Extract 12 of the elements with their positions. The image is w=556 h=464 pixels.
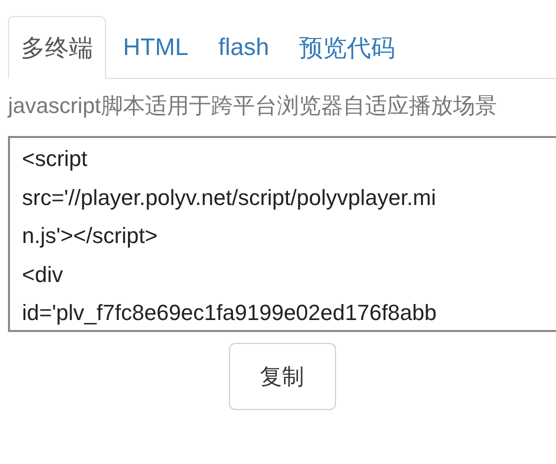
code-line: src='//player.polyv.net/script/polyvplayer.mi <box>22 184 436 212</box>
code-line: <script <box>22 145 88 173</box>
code-line: n.js'></script> <box>22 222 158 250</box>
code-text-area[interactable]: <script src='//player.polyv.net/script/polyvplayer.mi n.js'></script> <div id='plv_f7fc8e69ec1fa9199e02ed176f8abb <box>8 136 556 332</box>
code-line: id='plv_f7fc8e69ec1fa9199e02ed176f8abb <box>22 299 437 327</box>
description-text: javascript脚本适用于跨平台浏览器自适应播放场景 <box>8 92 498 120</box>
tab[interactable]: 预览代码 <box>286 16 408 79</box>
code-line: <div <box>22 260 63 288</box>
copy-button[interactable]: 复制 <box>228 343 336 410</box>
tab[interactable]: HTML <box>110 16 202 79</box>
tab[interactable]: flash <box>205 16 282 79</box>
tab[interactable]: 多终端 <box>8 16 106 79</box>
